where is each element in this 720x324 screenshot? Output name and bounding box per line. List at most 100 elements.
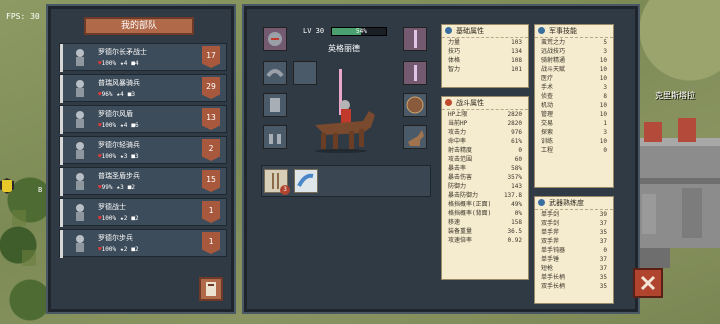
stat-value: 37 — [599, 256, 607, 263]
unit-selection-bar — [60, 168, 63, 196]
stat-row: 暴击率 58% — [442, 164, 528, 173]
stat-value: 137.8 — [503, 192, 522, 199]
unit-selection-bar — [60, 199, 63, 227]
stat-row: 短枪 37 — [535, 264, 613, 273]
boots-slot[interactable] — [263, 125, 287, 149]
stat-label: 技巧 — [448, 48, 461, 55]
mount-slot[interactable] — [403, 125, 427, 149]
faction-shield-icon[interactable] — [0, 178, 14, 194]
stat-value: 134 — [511, 48, 522, 55]
unit-row[interactable]: 罗德尔步兵 ♥100% ★2 ■2 1 — [59, 229, 227, 258]
soldier-icon — [76, 173, 84, 190]
hero-portrait — [315, 69, 375, 153]
stat-row: 暴击伤害 357% — [442, 173, 528, 182]
unit-count: 17 — [202, 46, 220, 68]
unit-row[interactable]: 罗德尔轻骑兵 ♥100% ★3 ■3 2 — [59, 136, 227, 165]
unit-row[interactable]: 罗德尔长矛战士 ♥100% ★4 ■4 17 — [59, 43, 227, 72]
unit-row[interactable]: 普瑞风暴骑兵 ♥96% ★4 ■3 29 — [59, 74, 227, 103]
soldier-icon — [76, 49, 84, 66]
stat-value: 103 — [511, 39, 522, 46]
stat-row: 双手斧 37 — [535, 237, 613, 246]
castle-icon[interactable] — [632, 118, 720, 268]
stat-row: 攻速倍率 0.92 — [442, 236, 528, 245]
stat-label: 战斗天赋 — [541, 66, 566, 73]
unit-level: 2 — [134, 215, 139, 222]
unit-selection-bar — [60, 106, 63, 134]
stat-label: 暴击率 — [448, 165, 467, 172]
stat-label: 手术 — [541, 84, 554, 91]
armor-slot[interactable] — [263, 93, 287, 117]
combat-attributes-card: 战斗属性 HP上限 2820 当前HP 2820 攻击力 976 命中率 61% 射击精度 0 攻击… — [441, 96, 529, 280]
stat-label: 探索 — [541, 129, 554, 136]
unit-row[interactable]: 普瑞圣盾步兵 ♥99% ★3 ■2 15 — [59, 167, 227, 196]
unit-stars: 3 — [120, 184, 124, 191]
soldier-icon — [76, 142, 84, 159]
stat-value: 2820 — [507, 120, 522, 127]
stat-row: 当前HP 2820 — [442, 119, 528, 128]
helmet-slot[interactable] — [263, 27, 287, 51]
stat-value: 10 — [599, 138, 607, 145]
army-settings-button[interactable] — [199, 277, 223, 301]
stat-value: 39 — [599, 211, 607, 218]
stat-label: 单手斧 — [541, 229, 560, 236]
map-side-label: B — [38, 186, 43, 194]
stat-row: 格挡概率(正面) 49% — [442, 200, 528, 209]
stat-label: 双手长柄 — [541, 283, 566, 290]
hero-name: 英格丽德 — [328, 44, 360, 53]
stat-label: 短枪 — [541, 265, 554, 272]
close-button[interactable] — [633, 268, 663, 298]
inventory-item-horn[interactable] — [294, 169, 318, 193]
stat-row: 侦查 8 — [535, 92, 613, 101]
inventory-item-arrows[interactable]: 3 — [264, 169, 290, 195]
secondary-weapon-slot[interactable] — [403, 61, 427, 85]
castle-name-label[interactable]: 克里斯塔拉 — [655, 90, 695, 101]
village-icon — [22, 250, 36, 266]
stat-row: 体格 108 — [442, 56, 528, 65]
stat-value: 158 — [511, 219, 522, 226]
unit-level: 6 — [134, 122, 139, 129]
main-weapon-slot[interactable] — [403, 27, 427, 51]
stat-row: 格挡概率(背面) 0% — [442, 209, 528, 218]
unit-row[interactable]: 罗德尔风盾 ♥100% ★4 ■6 13 — [59, 105, 227, 134]
shoulder-slot[interactable] — [263, 61, 287, 85]
unit-row[interactable]: 罗德战士 ♥100% ★2 ■2 1 — [59, 198, 227, 227]
unit-stars: 4 — [123, 122, 128, 129]
stat-row: 手术 3 — [535, 83, 613, 92]
unit-hp: 100% — [101, 246, 117, 253]
stat-label: 体格 — [448, 57, 461, 64]
shield-slot[interactable] — [403, 93, 427, 117]
stat-value: 108 — [511, 57, 522, 64]
stat-label: 单手钝器 — [541, 247, 566, 254]
stat-label: 单手剑 — [541, 211, 560, 218]
unit-stats: ♥100% ★4 ■6 — [98, 122, 139, 129]
stat-row: 智力 101 — [442, 65, 528, 74]
combat-attributes-title: 战斗属性 — [456, 99, 484, 107]
unit-stars: 2 — [123, 215, 128, 222]
stat-label: 双手斧 — [541, 238, 560, 245]
stat-label: 力量 — [448, 39, 461, 46]
army-panel: 我的部队 罗德尔长矛战士 ♥100% ★4 ■4 17 普瑞风暴骑兵 ♥96% ★4 ■3 29 罗… — [46, 4, 236, 314]
stat-label: 蛮荒之力 — [541, 39, 566, 46]
unit-hp: 100% — [101, 60, 117, 67]
round-shield-icon — [406, 96, 424, 114]
swords-icon — [445, 99, 452, 106]
unit-stats: ♥100% ★4 ■4 — [98, 60, 139, 67]
stat-value: 10 — [599, 102, 607, 109]
stat-row: 远战技巧 3 — [535, 47, 613, 56]
stat-row: 单手锤 37 — [535, 255, 613, 264]
xp-text: 54% — [356, 28, 367, 35]
unit-stats: ♥100% ★2 ■2 — [98, 246, 139, 253]
stat-value: 58% — [511, 165, 522, 172]
stat-value: 3 — [603, 84, 607, 91]
unit-count: 2 — [202, 139, 220, 161]
base-attributes-rows: 力量 103 技巧 134 体格 108 智力 101 — [442, 38, 528, 74]
village-icon — [12, 210, 26, 226]
stat-value: 0.92 — [507, 237, 522, 244]
military-skills-header: 军事技能 — [535, 25, 613, 37]
book-icon — [206, 282, 216, 296]
stat-label: 装备重量 — [448, 228, 473, 235]
unit-name: 罗德尔风盾 — [98, 110, 133, 118]
stat-label: 医疗 — [541, 75, 554, 82]
unit-level: 2 — [134, 246, 139, 253]
stat-label: 射击精度 — [448, 147, 473, 154]
